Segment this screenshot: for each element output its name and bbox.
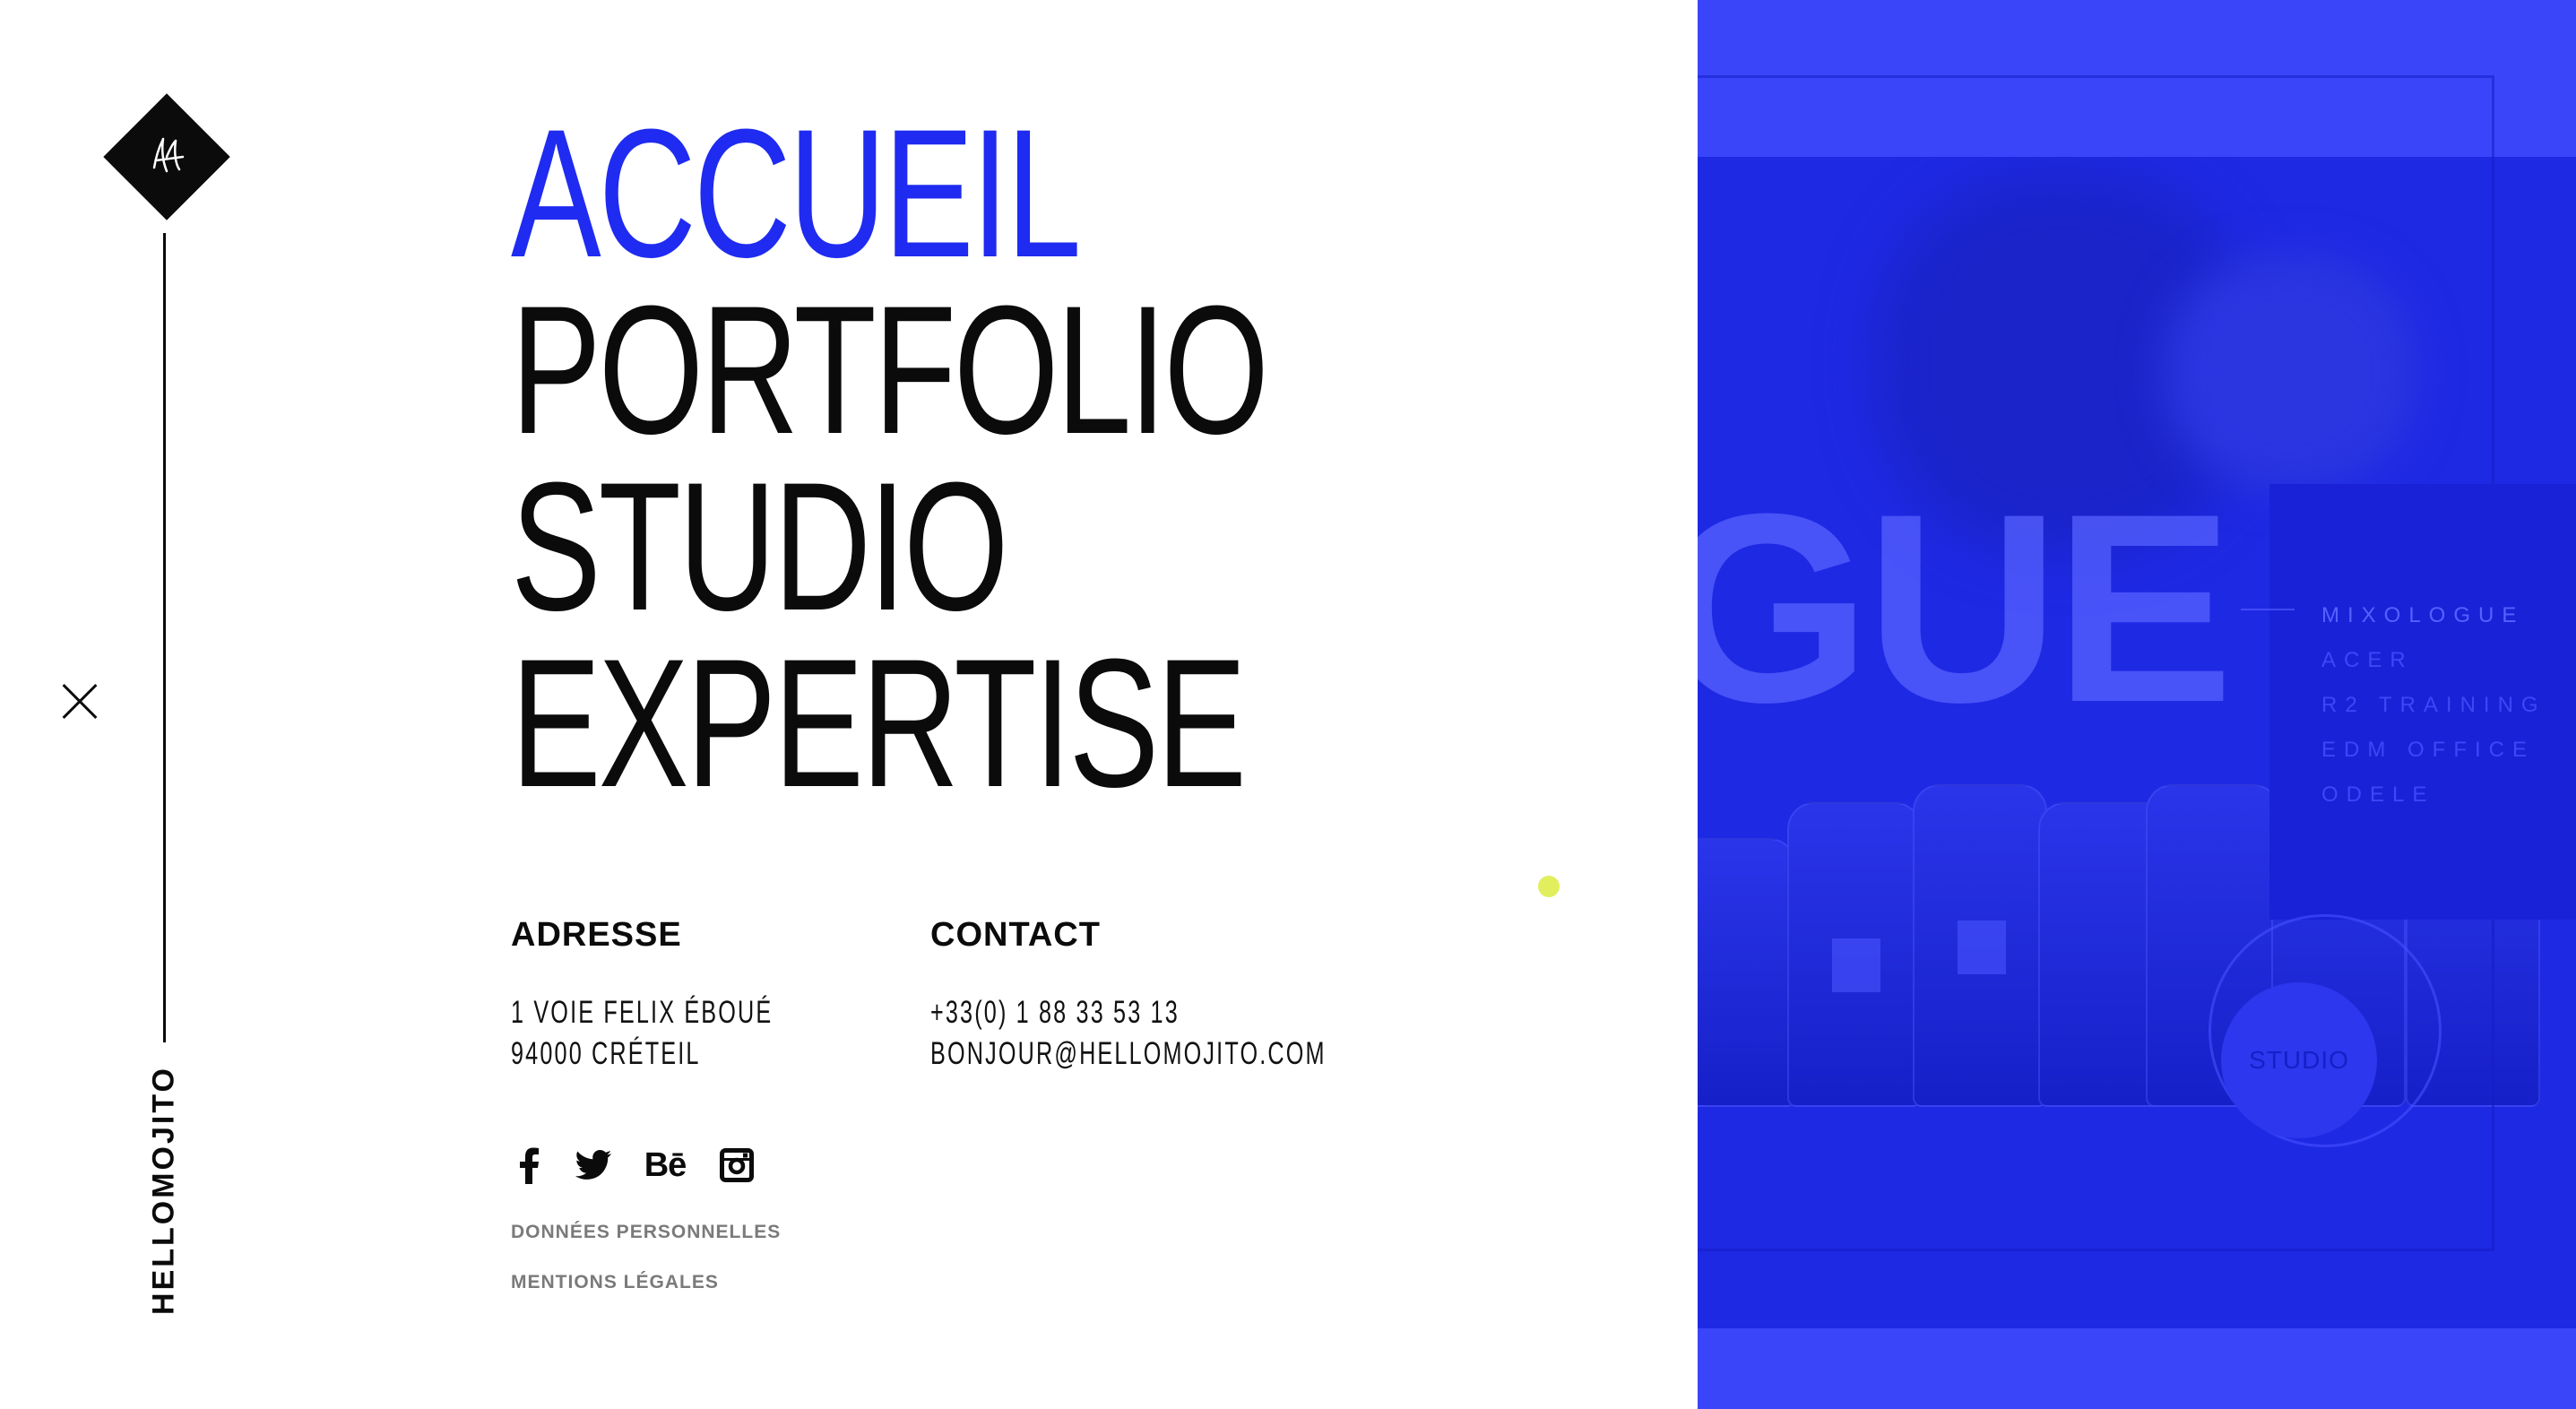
rail-divider — [163, 233, 166, 1042]
nav-item-expertise[interactable]: EXPERTISE — [511, 632, 1247, 815]
facebook-icon[interactable] — [511, 1145, 547, 1185]
logo-signature-icon — [122, 112, 212, 202]
behance-label: Bē — [644, 1145, 687, 1184]
preview-panel[interactable]: GUE MIXOLOGUE ACER R2 TRAINING EDM OFFIC… — [1698, 0, 2576, 1409]
contact-phone[interactable]: +33(0) 1 88 33 53 13 — [930, 995, 1180, 1031]
nav-item-studio[interactable]: STUDIO — [511, 455, 1009, 638]
instagram-icon[interactable] — [719, 1145, 755, 1185]
contact-title: CONTACT — [930, 916, 1101, 954]
project-item[interactable]: ACER — [2321, 638, 2546, 683]
legal-mentions-link[interactable]: MENTIONS LÉGALES — [511, 1272, 719, 1293]
address-title: ADRESSE — [511, 916, 682, 954]
address-line-2: 94000 CRÉTEIL — [511, 1036, 701, 1071]
contact-email[interactable]: BONJOUR@HELLOMOJITO.COM — [930, 1036, 1327, 1072]
project-list: MIXOLOGUE ACER R2 TRAINING EDM OFFICE OD… — [2321, 593, 2546, 817]
nav-item-portfolio[interactable]: PORTFOLIO — [511, 279, 1269, 462]
behance-icon[interactable]: Bē — [640, 1145, 690, 1185]
brand-vertical-name: HELLOMOJITO — [146, 1066, 181, 1315]
main-nav: ACCUEIL PORTFOLIO STUDIO EXPERTISE — [511, 102, 1269, 815]
address-line-1: 1 VOIE FELIX ÉBOUÉ — [511, 995, 774, 1030]
cursor-dot — [1538, 876, 1560, 897]
project-list-rule — [2241, 609, 2295, 610]
project-item[interactable]: ODELE — [2321, 773, 2546, 817]
project-item[interactable]: MIXOLOGUE — [2321, 593, 2546, 638]
close-icon[interactable] — [61, 683, 99, 721]
project-item[interactable]: R2 TRAINING — [2321, 683, 2546, 728]
nav-item-accueil[interactable]: ACCUEIL — [511, 102, 1082, 285]
project-item[interactable]: EDM OFFICE — [2321, 728, 2546, 773]
social-links: Bē — [511, 1145, 755, 1185]
studio-badge[interactable]: STUDIO — [2221, 982, 2377, 1138]
twitter-icon[interactable] — [575, 1145, 611, 1185]
privacy-link[interactable]: DONNÉES PERSONNELLES — [511, 1222, 781, 1243]
